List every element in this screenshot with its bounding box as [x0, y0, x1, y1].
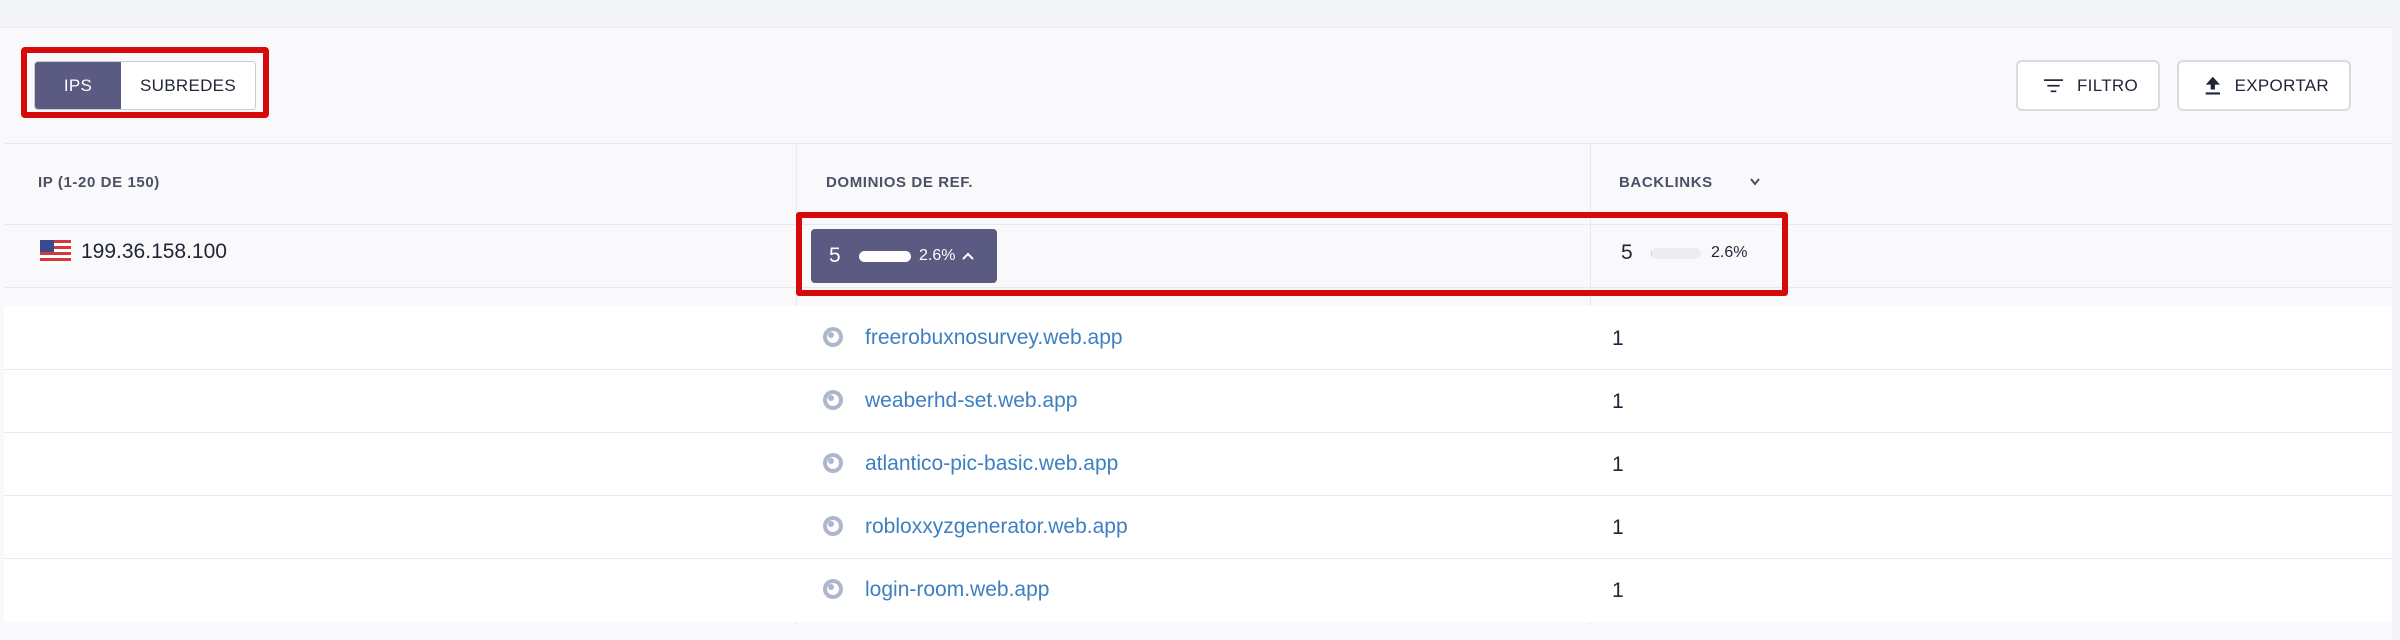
- tab-ips[interactable]: IPS: [35, 62, 121, 109]
- column-header-ip[interactable]: IP (1-20 DE 150): [38, 174, 160, 191]
- divider: [4, 287, 2392, 288]
- ref-domains-count: 5: [829, 244, 841, 267]
- filter-icon: [2044, 78, 2063, 92]
- us-flag-icon: [40, 240, 71, 264]
- globe-icon: [823, 327, 843, 347]
- domain-link[interactable]: robloxxyzgenerator.web.app: [865, 515, 1128, 539]
- view-toggle: IPS SUBREDES: [34, 61, 256, 110]
- export-label: EXPORTAR: [2234, 75, 2329, 95]
- upload-icon: [2205, 76, 2220, 95]
- chevron-down-icon[interactable]: [1748, 174, 1762, 190]
- view-toggle-highlight: IPS SUBREDES: [21, 47, 269, 118]
- domain-link[interactable]: atlantico-pic-basic.web.app: [865, 452, 1118, 476]
- backlinks-bar-fill: [1651, 247, 1653, 259]
- ip-address: 199.36.158.100: [81, 240, 227, 263]
- ref-domains-list: freerobuxnosurvey.web.app 1 weaberhd-set…: [4, 306, 2392, 622]
- filter-label: FILTRO: [2077, 75, 2138, 95]
- column-header-backlinks[interactable]: BACKLINKS: [1619, 174, 1713, 191]
- list-item: weaberhd-set.web.app 1: [4, 369, 2392, 432]
- list-item: atlantico-pic-basic.web.app 1: [4, 432, 2392, 495]
- domain-link[interactable]: freerobuxnosurvey.web.app: [865, 326, 1123, 350]
- ref-domains-expand-button[interactable]: 5 2.6%: [811, 229, 997, 283]
- globe-icon: [823, 579, 843, 599]
- domain-backlinks: 1: [1612, 327, 1624, 350]
- ref-domains-bar: [859, 250, 911, 262]
- domain-link[interactable]: login-room.web.app: [865, 578, 1049, 602]
- domain-backlinks: 1: [1612, 453, 1624, 476]
- domain-backlinks: 1: [1612, 579, 1624, 602]
- backlinks-percent: 2.6%: [1711, 244, 1748, 261]
- backlinks-bar: [1651, 247, 1701, 259]
- tab-subnets[interactable]: SUBREDES: [121, 62, 255, 109]
- filter-button[interactable]: FILTRO: [2016, 60, 2160, 111]
- column-header-ref-domains[interactable]: DOMINIOS DE REF.: [826, 174, 973, 191]
- backlinks-count: 5: [1621, 241, 1633, 264]
- domain-backlinks: 1: [1612, 516, 1624, 539]
- list-item: robloxxyzgenerator.web.app 1: [4, 495, 2392, 558]
- list-item: login-room.web.app 1: [4, 558, 2392, 621]
- globe-icon: [823, 516, 843, 536]
- ip-cell: 199.36.158.100: [40, 240, 227, 264]
- ref-domains-percent: 2.6%: [919, 247, 956, 264]
- list-item: freerobuxnosurvey.web.app 1: [4, 306, 2392, 369]
- divider: [4, 143, 2392, 144]
- divider: [4, 224, 2392, 225]
- globe-icon: [823, 453, 843, 473]
- domain-backlinks: 1: [1612, 390, 1624, 413]
- chevron-up-icon: [962, 252, 975, 260]
- backlinks-cell: 5 2.6%: [1621, 241, 1747, 265]
- export-button[interactable]: EXPORTAR: [2177, 60, 2351, 111]
- domain-link[interactable]: weaberhd-set.web.app: [865, 389, 1077, 413]
- globe-icon: [823, 390, 843, 410]
